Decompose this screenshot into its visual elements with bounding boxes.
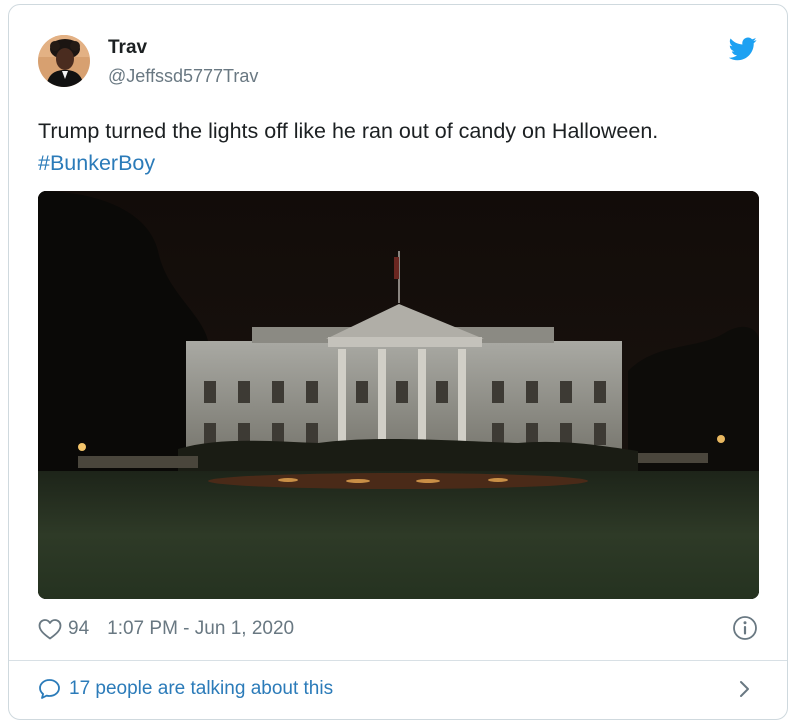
tweet-card[interactable]: Trav @Jeffssd5777Trav Trump turned the l… <box>8 4 788 720</box>
tweet-photo[interactable] <box>38 191 759 599</box>
tweet-text: Trump turned the lights off like he ran … <box>38 115 768 179</box>
white-house-night-photo <box>38 191 759 599</box>
tweet-timestamp[interactable]: 1:07 PM - Jun 1, 2020 <box>107 618 294 640</box>
info-icon[interactable] <box>732 615 758 641</box>
conversation-link[interactable]: 17 people are talking about this <box>38 676 333 702</box>
conversation-label: 17 people are talking about this <box>69 678 334 699</box>
avatar-image <box>38 35 90 87</box>
author-display-name[interactable]: Trav <box>108 37 147 59</box>
avatar[interactable] <box>38 35 90 87</box>
chevron-right-icon[interactable] <box>736 677 754 701</box>
speech-bubble-icon <box>39 679 60 699</box>
heart-icon[interactable] <box>38 618 62 640</box>
divider <box>9 660 787 661</box>
author-handle[interactable]: @Jeffssd5777Trav <box>108 66 258 87</box>
hashtag-link[interactable]: #BunkerBoy <box>38 151 155 175</box>
like-count[interactable]: 94 <box>68 618 89 640</box>
tweet-meta: 94 1:07 PM - Jun 1, 2020 <box>38 617 294 641</box>
tweet-body-text: Trump turned the lights off like he ran … <box>38 119 659 143</box>
twitter-bird-icon[interactable] <box>729 37 757 61</box>
